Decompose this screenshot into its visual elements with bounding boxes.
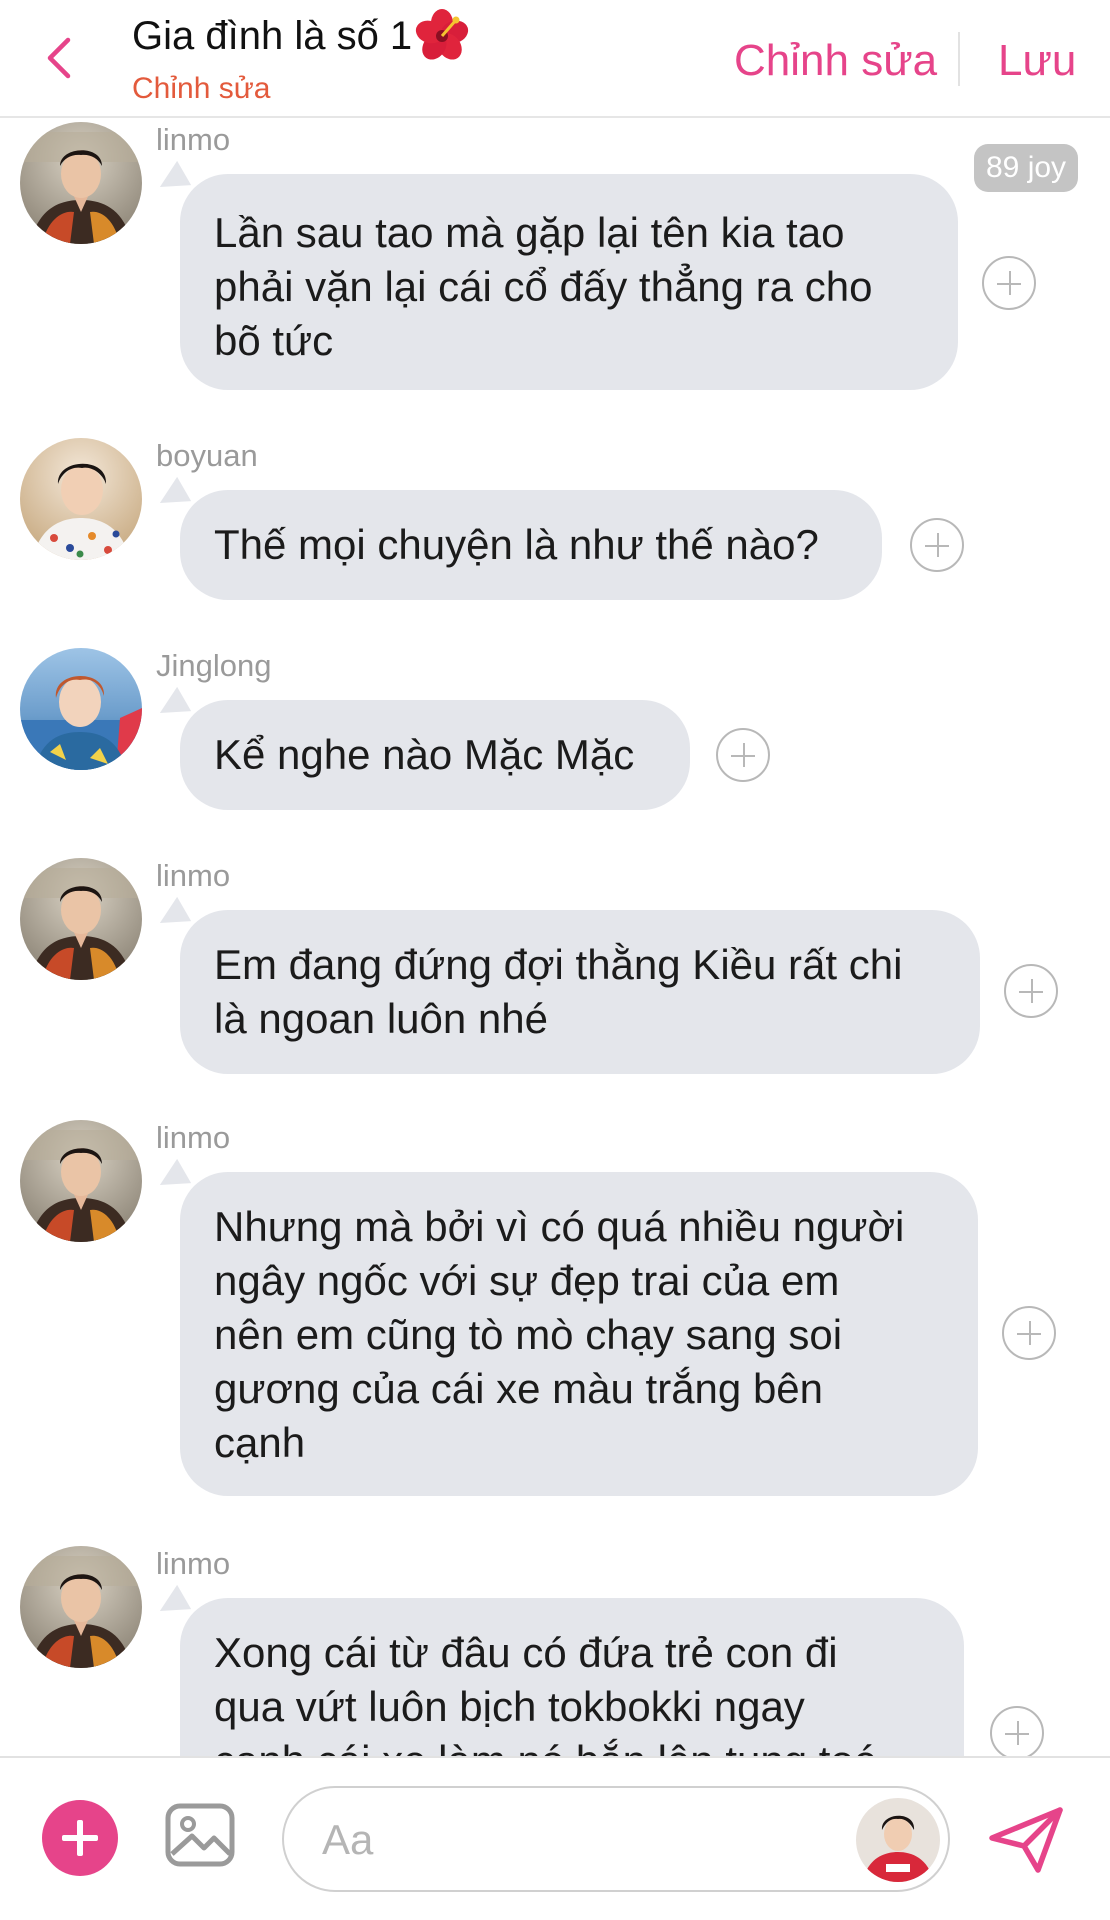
send-icon <box>989 1807 1063 1873</box>
image-button[interactable] <box>164 1800 236 1870</box>
message-row: linmo Xong cái từ đâu có đứa trẻ con đi … <box>0 0 1110 1756</box>
react-button[interactable] <box>990 1706 1044 1756</box>
avatar[interactable] <box>20 1546 142 1668</box>
message-input[interactable] <box>322 1812 842 1868</box>
message-bubble[interactable]: Xong cái từ đâu có đứa trẻ con đi qua vứ… <box>180 1598 964 1756</box>
message-text-line: Xong cái từ đâu có đứa trẻ con đi <box>214 1629 838 1676</box>
message-text-line: cạnh cái xe làm nó bắn lên tung toé <box>214 1734 930 1756</box>
image-icon <box>165 1803 235 1867</box>
persona-avatar[interactable] <box>856 1798 940 1882</box>
sender-name: linmo <box>156 1546 231 1581</box>
message-input-container <box>282 1786 950 1892</box>
composer-bar <box>0 1756 1110 1920</box>
send-button[interactable] <box>986 1804 1066 1876</box>
bubble-tail <box>152 1584 192 1624</box>
add-button[interactable] <box>42 1800 118 1876</box>
message-text-line: qua vứt luôn bịch tokbokki ngay <box>214 1683 805 1730</box>
